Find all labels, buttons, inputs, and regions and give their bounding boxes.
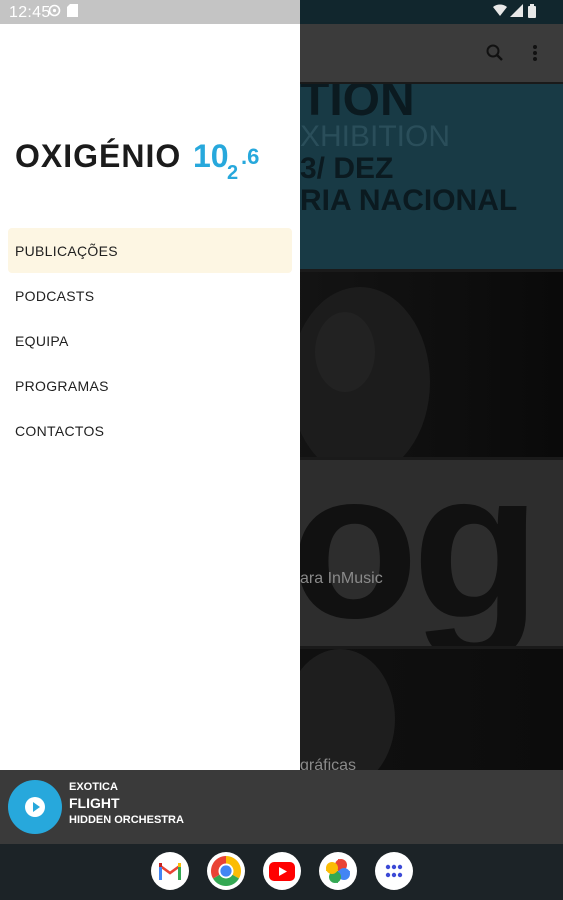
sd-card-icon (67, 4, 80, 17)
play-button[interactable] (8, 780, 62, 834)
svg-text:10: 10 (193, 138, 229, 174)
sync-icon (48, 4, 61, 17)
svg-text:2: 2 (227, 162, 238, 184)
menu-item-label: PROGRAMAS (15, 377, 109, 394)
drawer-menu: PUBLICAÇÕES PODCASTS EQUIPA PROGRAMAS CO… (8, 228, 292, 453)
brand-logo: OXIGÉNIO 10 2 .6 (15, 132, 280, 184)
card-subline: XHIBITION (300, 120, 451, 153)
navigation-drawer: 12:45 OXIGÉNIO 10 2 .6 PUBLICAÇÕES PODCA… (0, 0, 300, 770)
status-time: 12:45 (9, 4, 51, 21)
card-venue: RIA NACIONAL (300, 184, 518, 217)
logo-text: OXIGÉNIO (15, 138, 181, 174)
menu-item-programas[interactable]: PROGRAMAS (8, 363, 292, 408)
signal-icon (510, 4, 523, 17)
photos-icon[interactable] (319, 852, 357, 890)
menu-item-label: PODCASTS (15, 287, 95, 304)
program-name: EXOTICA (69, 781, 118, 793)
menu-item-label: EQUIPA (15, 332, 69, 349)
wifi-icon (493, 4, 507, 17)
menu-item-podcasts[interactable]: PODCASTS (8, 273, 292, 318)
menu-item-contactos[interactable]: CONTACTOS (8, 408, 292, 453)
drawer-status-bar: 12:45 (0, 0, 300, 24)
card-caption: ara InMusic (300, 570, 383, 587)
menu-item-label: CONTACTOS (15, 422, 105, 439)
track-artist: HIDDEN ORCHESTRA (69, 814, 184, 826)
card-date: 3/ DEZ (300, 152, 394, 185)
app-drawer-icon[interactable] (375, 852, 413, 890)
play-icon (25, 797, 45, 817)
taskbar (0, 844, 563, 900)
search-icon[interactable] (482, 40, 508, 66)
track-title: FLIGHT (69, 795, 120, 811)
menu-item-equipa[interactable]: EQUIPA (8, 318, 292, 363)
menu-item-publicacoes[interactable]: PUBLICAÇÕES (8, 228, 292, 273)
gmail-icon[interactable] (151, 852, 189, 890)
mini-player[interactable]: EXOTICA FLIGHT HIDDEN ORCHESTRA (0, 770, 563, 844)
overflow-menu-icon[interactable] (522, 40, 548, 66)
card-graphic: og (290, 460, 541, 646)
chrome-icon[interactable] (207, 852, 245, 890)
menu-item-label: PUBLICAÇÕES (15, 242, 118, 259)
youtube-icon[interactable] (263, 852, 301, 890)
svg-text:.6: .6 (241, 144, 259, 169)
battery-icon (528, 4, 541, 18)
card-caption: gráficas (300, 757, 357, 770)
